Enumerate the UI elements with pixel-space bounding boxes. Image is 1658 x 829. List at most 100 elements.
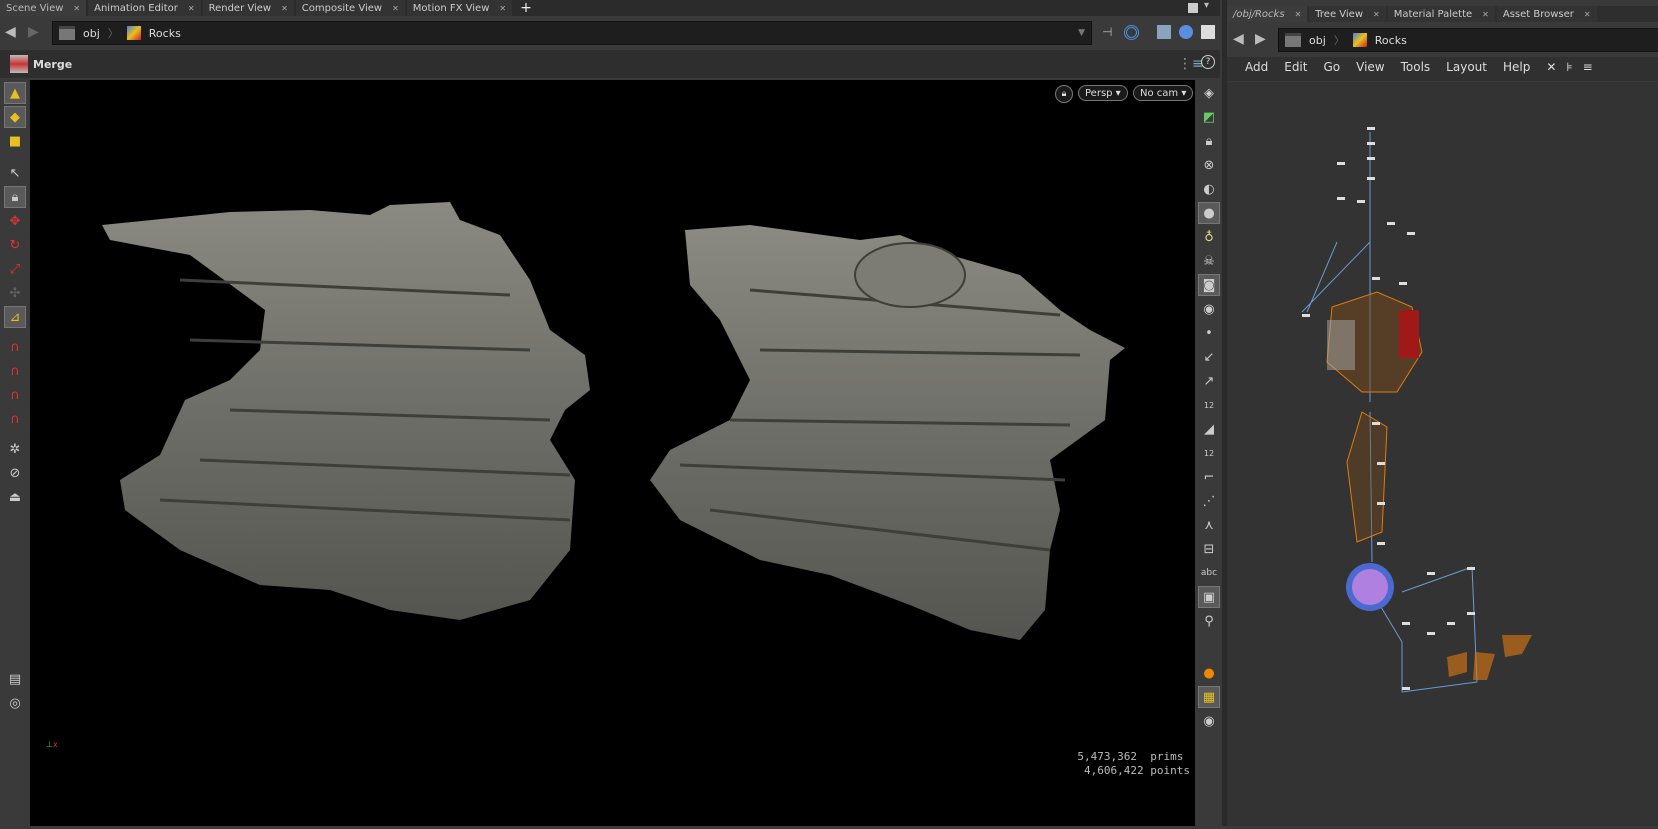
point-normal-icon[interactable]: ↗ bbox=[1198, 370, 1220, 392]
snap-multi-icon[interactable]: ∩ bbox=[4, 408, 26, 430]
close-icon[interactable]: ✕ bbox=[392, 4, 399, 13]
network-editor[interactable] bbox=[1227, 82, 1658, 826]
select-geometry-icon[interactable]: ◆ bbox=[4, 106, 26, 128]
back-arrow-icon[interactable]: ◀ bbox=[5, 24, 16, 40]
select-object-icon[interactable]: ▲ bbox=[4, 82, 26, 104]
eye-icon[interactable]: ◉ bbox=[1198, 298, 1220, 320]
select-dynamics-icon[interactable]: ■ bbox=[4, 130, 26, 152]
pane-maximize-icon[interactable] bbox=[1188, 3, 1198, 13]
close-icon[interactable]: ✕ bbox=[1295, 10, 1302, 19]
warning-icon[interactable]: ● bbox=[1198, 662, 1220, 684]
display-guide-icon[interactable]: ◩ bbox=[1198, 106, 1220, 128]
pane-menu-icon[interactable]: ▾ bbox=[1204, 0, 1209, 11]
bound-icon[interactable]: ⊟ bbox=[1198, 538, 1220, 560]
path-root[interactable]: obj bbox=[83, 27, 100, 40]
handle-options-icon[interactable]: ⋮≡ bbox=[1178, 56, 1204, 72]
path-node[interactable]: Rocks bbox=[149, 27, 181, 40]
view-tool-icon[interactable]: ✲ bbox=[4, 438, 26, 460]
menu-tools[interactable]: Tools bbox=[1401, 60, 1431, 81]
tab-network-rocks[interactable]: /obj/Rocks ✕ bbox=[1227, 6, 1308, 22]
location-icon[interactable]: ⚲ bbox=[1198, 610, 1220, 632]
render-icon[interactable]: ◎ bbox=[4, 692, 26, 714]
camera-icon[interactable]: ◙ bbox=[1198, 274, 1220, 296]
point-number-icon[interactable]: 12 bbox=[1198, 394, 1220, 416]
skull-icon[interactable]: ☠ bbox=[1198, 250, 1220, 272]
snap-prim-icon[interactable]: ∩ bbox=[4, 360, 26, 382]
close-icon[interactable]: ✕ bbox=[1482, 10, 1489, 19]
link-icon[interactable] bbox=[1124, 25, 1139, 40]
menu-edit[interactable]: Edit bbox=[1284, 60, 1307, 81]
list-icon[interactable]: ≡ bbox=[1583, 60, 1593, 81]
path-bar[interactable]: obj 〉 Rocks ▼ bbox=[52, 21, 1092, 45]
close-icon[interactable]: ✕ bbox=[499, 4, 506, 13]
background-icon[interactable] bbox=[1201, 25, 1215, 39]
point-icon[interactable]: • bbox=[1198, 322, 1220, 344]
move-icon[interactable]: ✥ bbox=[4, 210, 26, 232]
menu-layout[interactable]: Layout bbox=[1446, 60, 1487, 81]
visibility-icon[interactable]: ◉ bbox=[1198, 710, 1220, 732]
help-icon[interactable]: ? bbox=[1201, 55, 1215, 69]
render-region-icon[interactable]: ⏏ bbox=[4, 486, 26, 508]
menu-view[interactable]: View bbox=[1356, 60, 1384, 81]
pose-icon[interactable]: ⊿ bbox=[4, 306, 26, 328]
close-icon[interactable]: ✕ bbox=[281, 4, 288, 13]
flipbook-icon[interactable]: ▤ bbox=[4, 668, 26, 690]
network-box[interactable] bbox=[1399, 310, 1419, 358]
light-icon[interactable]: ♁ bbox=[1198, 226, 1220, 248]
tab-scene-view[interactable]: Scene View ✕ bbox=[0, 0, 87, 16]
shading-icon[interactable]: ◐ bbox=[1198, 178, 1220, 200]
tab-tree-view[interactable]: Tree View ✕ bbox=[1309, 6, 1386, 22]
tab-material-palette[interactable]: Material Palette ✕ bbox=[1387, 6, 1495, 22]
tree-icon[interactable]: ⊧ bbox=[1566, 60, 1572, 81]
vertex-icon[interactable]: ⋰ bbox=[1198, 490, 1220, 512]
normal-icon[interactable]: ↙ bbox=[1198, 346, 1220, 368]
view-menu-button[interactable]: Persp ▾ bbox=[1078, 85, 1128, 101]
viewport[interactable]: 🔒︎ Persp ▾ No cam ▾ ⊥x 5,473,362 prims 4… bbox=[30, 80, 1195, 826]
handle-icon[interactable]: ✣ bbox=[4, 282, 26, 304]
network-box[interactable] bbox=[1327, 320, 1355, 370]
background-image-icon[interactable]: ▣ bbox=[1198, 586, 1220, 608]
camera-menu-button[interactable]: No cam ▾ bbox=[1133, 85, 1194, 101]
edge-icon[interactable]: ⌐ bbox=[1198, 466, 1220, 488]
lock-camera-icon[interactable]: 🔒︎ bbox=[1198, 130, 1220, 152]
viewport-lock-icon[interactable]: 🔒︎ bbox=[1055, 85, 1073, 103]
snap-point-icon[interactable]: ∩ bbox=[4, 384, 26, 406]
grid-layout-icon[interactable]: ▦ bbox=[1198, 686, 1220, 708]
wrench-icon[interactable]: ✕ bbox=[1546, 60, 1556, 81]
menu-help[interactable]: Help bbox=[1503, 60, 1530, 81]
measure-icon[interactable]: ⊘ bbox=[4, 462, 26, 484]
select-arrow-icon[interactable]: ↖ bbox=[4, 162, 26, 184]
network-forward-icon[interactable]: ▶ bbox=[1255, 31, 1266, 47]
prim-icon[interactable]: ◢ bbox=[1198, 418, 1220, 440]
forward-arrow-icon[interactable]: ▶ bbox=[28, 24, 39, 40]
path-dropdown-icon[interactable]: ▼ bbox=[1078, 28, 1085, 38]
path-root[interactable]: obj bbox=[1309, 34, 1326, 47]
hide-icon[interactable]: ⊗ bbox=[1198, 154, 1220, 176]
close-icon[interactable]: ✕ bbox=[188, 4, 195, 13]
label-toggle[interactable]: abc bbox=[1198, 562, 1220, 584]
menu-go[interactable]: Go bbox=[1323, 60, 1340, 81]
tab-motion-fx-view[interactable]: Motion FX View ✕ bbox=[406, 0, 513, 16]
close-icon[interactable]: ✕ bbox=[73, 4, 80, 13]
rotate-icon[interactable]: ↻ bbox=[4, 234, 26, 256]
path-node[interactable]: Rocks bbox=[1375, 34, 1407, 47]
tab-composite-view[interactable]: Composite View ✕ bbox=[295, 0, 405, 16]
close-icon[interactable]: ✕ bbox=[1373, 10, 1380, 19]
tab-animation-editor[interactable]: Animation Editor ✕ bbox=[88, 0, 201, 16]
lighting-icon[interactable] bbox=[1179, 25, 1193, 39]
display-options-icon[interactable] bbox=[1157, 25, 1171, 39]
menu-add[interactable]: Add bbox=[1245, 60, 1268, 81]
snap-grid-icon[interactable]: ∩ bbox=[4, 336, 26, 358]
add-tab-button[interactable]: + bbox=[514, 0, 538, 16]
prim-number-icon[interactable]: 12 bbox=[1198, 442, 1220, 464]
network-box[interactable] bbox=[1346, 411, 1388, 543]
tab-render-view[interactable]: Render View ✕ bbox=[202, 0, 294, 16]
headlight-icon[interactable]: ● bbox=[1198, 202, 1220, 224]
ghost-icon[interactable]: ◈ bbox=[1198, 82, 1220, 104]
tab-asset-browser[interactable]: Asset Browser ✕ bbox=[1496, 6, 1597, 22]
lock-icon[interactable]: 🔒︎ bbox=[4, 186, 26, 208]
network-path-bar[interactable]: obj 〉 Rocks bbox=[1278, 28, 1658, 52]
pin-icon[interactable]: ⊣ bbox=[1102, 25, 1112, 39]
network-back-icon[interactable]: ◀ bbox=[1233, 31, 1244, 47]
scale-icon[interactable]: ⤢ bbox=[4, 258, 26, 280]
